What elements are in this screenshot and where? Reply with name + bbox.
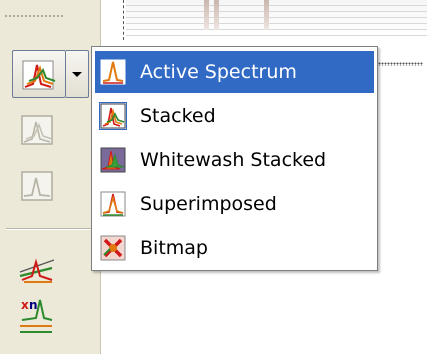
superimposed-icon (100, 191, 126, 217)
menu-item-superimposed[interactable]: Superimposed (95, 183, 374, 225)
menu-item-active-spectrum[interactable]: Active Spectrum (95, 51, 374, 93)
multiplot-xn-icon: x n (20, 298, 53, 333)
multiplot-button[interactable]: x n (12, 292, 62, 333)
menu-item-label: Bitmap (140, 237, 208, 259)
stacked-spectra-icon (21, 115, 53, 145)
svg-text:x: x (21, 298, 29, 312)
dropdown-arrow-icon (72, 72, 82, 77)
toolbar-grip[interactable] (4, 14, 64, 18)
spectrum-traces (126, 0, 427, 38)
plot-cursor-line (123, 0, 125, 40)
svg-text:n: n (29, 298, 38, 312)
plot-dotted-line (375, 62, 423, 66)
stacked-spectra-icon (99, 102, 127, 130)
display-toolbar: x n (0, 0, 101, 354)
single-peak-icon (100, 59, 126, 85)
menu-item-bitmap[interactable]: Bitmap (95, 227, 374, 269)
menu-item-label: Active Spectrum (140, 61, 297, 83)
stacked-spectra-icon (22, 60, 56, 90)
stacked-disabled-button[interactable] (12, 110, 62, 150)
menu-item-label: Superimposed (140, 193, 277, 215)
toolbar-separator (6, 228, 94, 229)
display-mode-menu: Active Spectrum Stacked Whitewash Stacke… (91, 46, 378, 271)
display-mode-button[interactable] (12, 50, 66, 98)
menu-item-stacked[interactable]: Stacked (95, 95, 374, 137)
whitewash-stacked-icon (100, 147, 126, 173)
menu-item-whitewash-stacked[interactable]: Whitewash Stacked (95, 139, 374, 181)
peak-fit-button[interactable] (12, 240, 62, 283)
peak-fit-icon (19, 258, 55, 283)
single-peak-icon (21, 171, 53, 201)
display-mode-dropdown-button[interactable] (66, 50, 89, 98)
single-peak-disabled-button[interactable] (12, 166, 62, 206)
menu-item-label: Whitewash Stacked (140, 149, 327, 171)
bitmap-icon (100, 235, 126, 261)
menu-item-label: Stacked (140, 105, 216, 127)
